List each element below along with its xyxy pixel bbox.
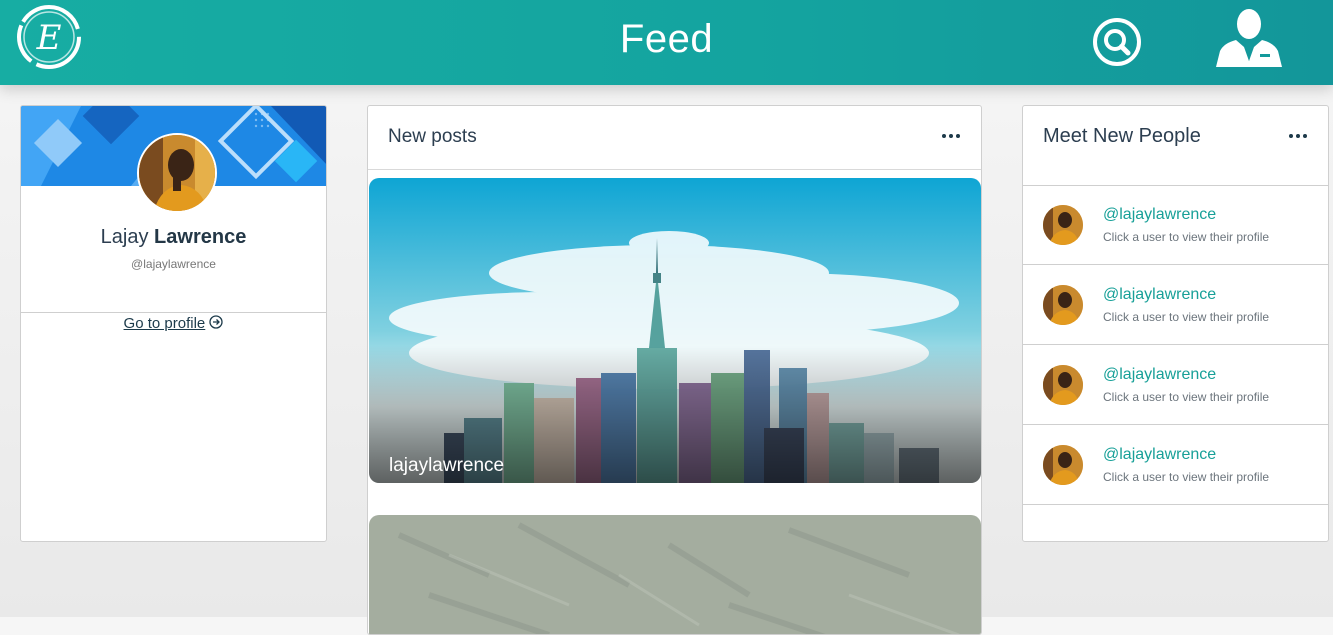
arrow-circle-right-icon [209, 315, 224, 329]
posts-title: New posts [388, 126, 477, 147]
person-row[interactable]: @lajaylawrence Click a user to view thei… [1023, 425, 1328, 505]
people-title: Meet New People [1043, 125, 1201, 147]
search-icon[interactable] [1092, 17, 1142, 67]
user-icon[interactable] [1214, 7, 1284, 69]
people-more-options-icon[interactable] [1289, 131, 1309, 141]
person-row[interactable]: @lajaylawrence Click a user to view thei… [1023, 265, 1328, 345]
go-to-profile-link[interactable]: Go to profile [21, 315, 326, 332]
profile-last-name: Lawrence [154, 226, 247, 248]
posts-card: New posts lajaylawrence [367, 105, 982, 635]
post-item[interactable] [369, 515, 981, 634]
person-hint: Click a user to view their profile [1103, 470, 1270, 484]
avatar [1043, 445, 1083, 485]
person-hint: Click a user to view their profile [1103, 390, 1270, 404]
posts-header: New posts [368, 106, 981, 170]
person-row[interactable]: @lajaylawrence Click a user to view thei… [1023, 345, 1328, 425]
profile-first-name: Lajay [100, 226, 149, 248]
person-hint: Click a user to view their profile [1103, 230, 1270, 244]
person-handle: @lajaylawrence [1103, 206, 1217, 223]
person-hint: Click a user to view their profile [1103, 310, 1270, 324]
profile-handle: @lajaylawrence [131, 257, 216, 271]
avatar [1043, 205, 1083, 245]
top-bar: E Feed [0, 0, 1333, 85]
profile-name: Lajay Lawrence [21, 226, 326, 249]
person-row[interactable]: @lajaylawrence Click a user to view thei… [1023, 185, 1328, 265]
profile-card: Lajay Lawrence @lajaylawrence Go to prof… [20, 105, 327, 542]
person-handle: @lajaylawrence [1103, 366, 1217, 383]
go-to-profile-label: Go to profile [123, 315, 206, 332]
profile-avatar [137, 133, 217, 213]
people-header: Meet New People [1023, 106, 1328, 186]
person-handle: @lajaylawrence [1103, 286, 1217, 303]
meet-people-card: Meet New People @lajaylawrence Click a u… [1022, 105, 1329, 542]
avatar [1043, 285, 1083, 325]
divider [21, 312, 326, 313]
posts-more-options-icon[interactable] [942, 131, 962, 141]
post-caption: lajaylawrence [389, 455, 505, 476]
person-handle: @lajaylawrence [1103, 446, 1217, 463]
post-item[interactable]: lajaylawrence [369, 178, 981, 483]
avatar [1043, 365, 1083, 405]
